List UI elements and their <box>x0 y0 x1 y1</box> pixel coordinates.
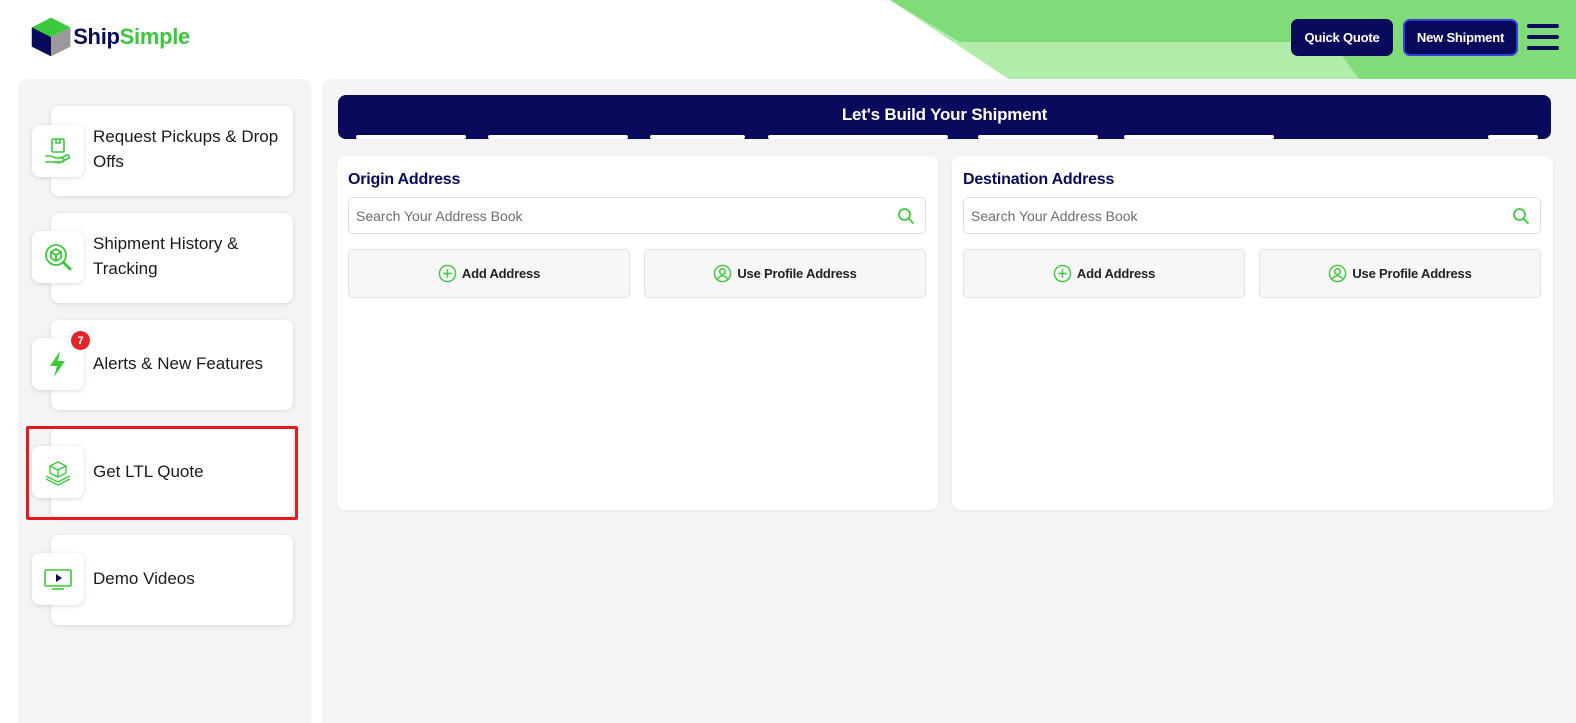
sidebar-item-label: Demo Videos <box>93 569 195 588</box>
origin-address-title: Origin Address <box>348 171 461 188</box>
origin-address-panel: Origin Address Add Address Use Profile A… <box>337 156 938 510</box>
use-profile-address-label: Use Profile Address <box>1352 266 1472 281</box>
sidebar-item-label: Request Pickups & Drop Offs <box>93 127 279 171</box>
page: ShipSimple Quick Quote New Shipment Requ… <box>0 0 1576 723</box>
new-shipment-button[interactable]: New Shipment <box>1403 19 1518 56</box>
search-icon[interactable] <box>897 207 915 225</box>
origin-search-box[interactable] <box>348 197 926 234</box>
selection-highlight <box>26 426 298 520</box>
banner-title: Let's Build Your Shipment <box>841 105 1048 124</box>
add-address-label: Add Address <box>1076 266 1156 281</box>
hamburger-menu-icon[interactable] <box>1527 24 1559 50</box>
pickup-package-icon <box>32 125 84 177</box>
sidebar-item-label: Shipment History & Tracking <box>93 234 239 278</box>
destination-search-input[interactable] <box>971 198 1491 233</box>
destination-search-box[interactable] <box>963 197 1541 234</box>
use-profile-address-label: Use Profile Address <box>737 266 857 281</box>
user-circle-icon <box>1329 264 1347 283</box>
banner-progress-strip <box>338 134 1551 139</box>
add-address-label: Add Address <box>461 266 541 281</box>
origin-search-input[interactable] <box>356 198 876 233</box>
sidebar-item-label: Alerts & New Features <box>93 354 264 373</box>
user-circle-icon <box>714 264 732 283</box>
origin-add-address-button[interactable]: Add Address <box>348 249 630 298</box>
alerts-count-badge: 7 <box>71 331 90 350</box>
tracking-search-icon <box>32 231 84 283</box>
destination-address-panel: Destination Address Add Address Use Prof… <box>952 156 1553 510</box>
logo-text: ShipSimple <box>73 24 190 49</box>
destination-address-title: Destination Address <box>963 171 1115 188</box>
build-shipment-banner: Let's Build Your Shipment <box>338 95 1551 139</box>
shipsimple-logo[interactable]: ShipSimple <box>30 12 190 62</box>
video-play-icon <box>32 553 84 605</box>
origin-use-profile-address-button[interactable]: Use Profile Address <box>644 249 926 298</box>
cube-logo-icon <box>31 17 71 57</box>
plus-circle-icon <box>1053 264 1072 283</box>
plus-circle-icon <box>438 264 457 283</box>
destination-add-address-button[interactable]: Add Address <box>963 249 1245 298</box>
destination-use-profile-address-button[interactable]: Use Profile Address <box>1259 249 1541 298</box>
search-icon[interactable] <box>1512 207 1530 225</box>
quick-quote-button[interactable]: Quick Quote <box>1291 19 1393 56</box>
